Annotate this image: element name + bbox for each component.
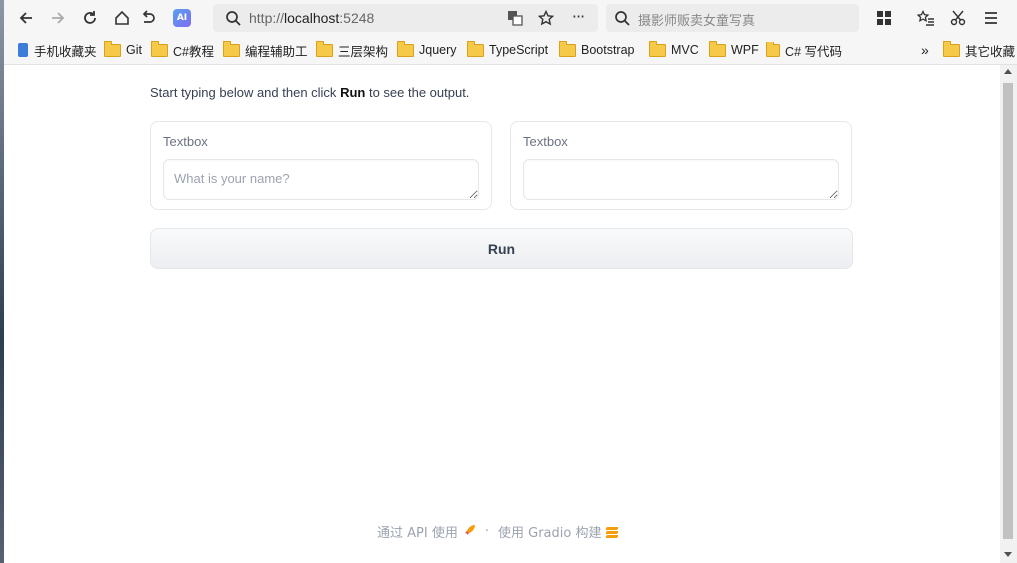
- bookmark-folder-programming-tools[interactable]: 编程辅助工: [223, 40, 308, 59]
- folder-icon: [104, 40, 121, 57]
- folder-icon: [467, 40, 484, 57]
- folder-icon: [709, 40, 726, 57]
- bookmark-label: 手机收藏夹: [34, 44, 97, 59]
- bookmark-mobile-favorites[interactable]: 手机收藏夹: [18, 42, 97, 59]
- browser-toolbar: AI http://localhost:5248 ··· 摄影师贩卖女童写真: [4, 0, 1017, 36]
- intro-text: Start typing below and then click Run to…: [150, 85, 469, 100]
- page-content: Start typing below and then click Run to…: [4, 65, 1000, 563]
- back-icon[interactable]: [14, 6, 38, 30]
- intro-text-bold: Run: [340, 85, 366, 100]
- bookmark-folder-typescript[interactable]: TypeScript: [467, 40, 549, 58]
- folder-icon: [943, 40, 960, 57]
- bookmark-label: Jquery: [419, 43, 457, 57]
- bookmark-folder-other[interactable]: 其它收藏: [943, 40, 1016, 59]
- output-textbox-panel: Textbox: [510, 121, 852, 210]
- bookmarks-bar: 手机收藏夹 Git C#教程 编程辅助工 三层架构 Jquery TypeScr…: [4, 36, 1017, 65]
- scroll-up-arrow-icon[interactable]: [1004, 69, 1012, 74]
- bookmarks-overflow-chevron-icon[interactable]: »: [921, 42, 929, 58]
- search-icon: [610, 6, 634, 30]
- bookmark-label: 其它收藏: [965, 44, 1016, 59]
- vertical-scrollbar[interactable]: [1000, 65, 1017, 563]
- scrollbar-thumb[interactable]: [1003, 83, 1013, 539]
- bookmark-folder-jquery[interactable]: Jquery: [397, 40, 457, 58]
- menu-icon[interactable]: [979, 6, 1003, 30]
- bookmark-folder-wpf[interactable]: WPF: [709, 40, 759, 58]
- reload-icon[interactable]: [78, 6, 102, 30]
- bookmark-label: C#教程: [173, 44, 214, 59]
- folder-icon: [766, 42, 781, 57]
- built-with-gradio-link[interactable]: 使用 Gradio 构建: [498, 522, 601, 541]
- bookmark-folder-csharp-tutorial[interactable]: C#教程: [151, 40, 214, 59]
- bookmark-label: Bootstrap: [581, 43, 635, 57]
- ai-assistant-icon[interactable]: AI: [170, 6, 194, 30]
- use-via-api-link[interactable]: 通过 API 使用: [377, 522, 458, 541]
- url-port: :5248: [339, 10, 375, 26]
- bookmark-label: MVC: [671, 43, 699, 57]
- name-input[interactable]: [163, 159, 479, 200]
- intro-text-part: Start typing below and then click: [150, 85, 341, 100]
- gradio-logo-icon: [605, 526, 619, 538]
- folder-icon: [397, 40, 414, 57]
- bookmark-label: TypeScript: [489, 43, 549, 57]
- url-scheme: http://: [249, 10, 285, 26]
- translate-icon[interactable]: [503, 6, 527, 30]
- search-bar[interactable]: 摄影师贩卖女童写真: [606, 4, 859, 32]
- ai-badge-text: AI: [173, 9, 191, 27]
- folder-icon: [649, 40, 666, 57]
- home-icon[interactable]: [110, 6, 134, 30]
- bookmark-folder-git[interactable]: Git: [104, 40, 142, 58]
- more-options-icon[interactable]: ···: [566, 5, 590, 29]
- rocket-icon: [464, 524, 476, 539]
- output-field[interactable]: [523, 159, 839, 200]
- scroll-down-arrow-icon[interactable]: [1004, 552, 1012, 557]
- bookmark-folder-csharp-coding[interactable]: C# 写代码: [766, 42, 842, 58]
- address-bar[interactable]: http://localhost:5248 ···: [213, 4, 598, 32]
- footer-separator: ·: [484, 524, 489, 539]
- bookmark-folder-three-tier[interactable]: 三层架构: [316, 40, 389, 59]
- bookmark-label: Git: [126, 43, 142, 57]
- bookmark-label: C# 写代码: [785, 44, 842, 59]
- favorites-list-icon[interactable]: [914, 6, 938, 30]
- screenshot-scissors-icon[interactable]: [946, 6, 970, 30]
- search-placeholder: 摄影师贩卖女童写真: [638, 14, 756, 29]
- star-icon[interactable]: [534, 6, 558, 30]
- bookmark-label: 三层架构: [338, 44, 389, 59]
- search-icon: [221, 6, 245, 30]
- browser-window: AI http://localhost:5248 ··· 摄影师贩卖女童写真 手…: [4, 0, 1017, 563]
- run-button[interactable]: Run: [150, 228, 853, 269]
- folder-icon: [559, 40, 576, 57]
- url-text[interactable]: http://localhost:5248: [249, 10, 374, 26]
- output-textbox-label: Textbox: [523, 134, 568, 149]
- apps-grid-icon[interactable]: [872, 6, 896, 30]
- bookmark-label: 编程辅助工: [245, 44, 308, 59]
- intro-text-part: to see the output.: [365, 85, 470, 100]
- input-textbox-panel: Textbox: [150, 121, 492, 210]
- folder-icon: [151, 40, 168, 57]
- folder-icon: [223, 40, 240, 57]
- forward-icon[interactable]: [46, 6, 70, 30]
- footer: 通过 API 使用 · 使用 Gradio 构建: [377, 522, 619, 541]
- undo-close-tab-icon[interactable]: [136, 6, 160, 30]
- folder-icon: [316, 40, 333, 57]
- url-host: localhost: [284, 10, 340, 26]
- input-textbox-label: Textbox: [163, 134, 208, 149]
- bookmark-folder-bootstrap[interactable]: Bootstrap: [559, 40, 635, 58]
- bookmark-label: WPF: [731, 43, 759, 57]
- bookmark-folder-mvc[interactable]: MVC: [649, 40, 699, 58]
- mobile-phone-icon: [18, 43, 28, 57]
